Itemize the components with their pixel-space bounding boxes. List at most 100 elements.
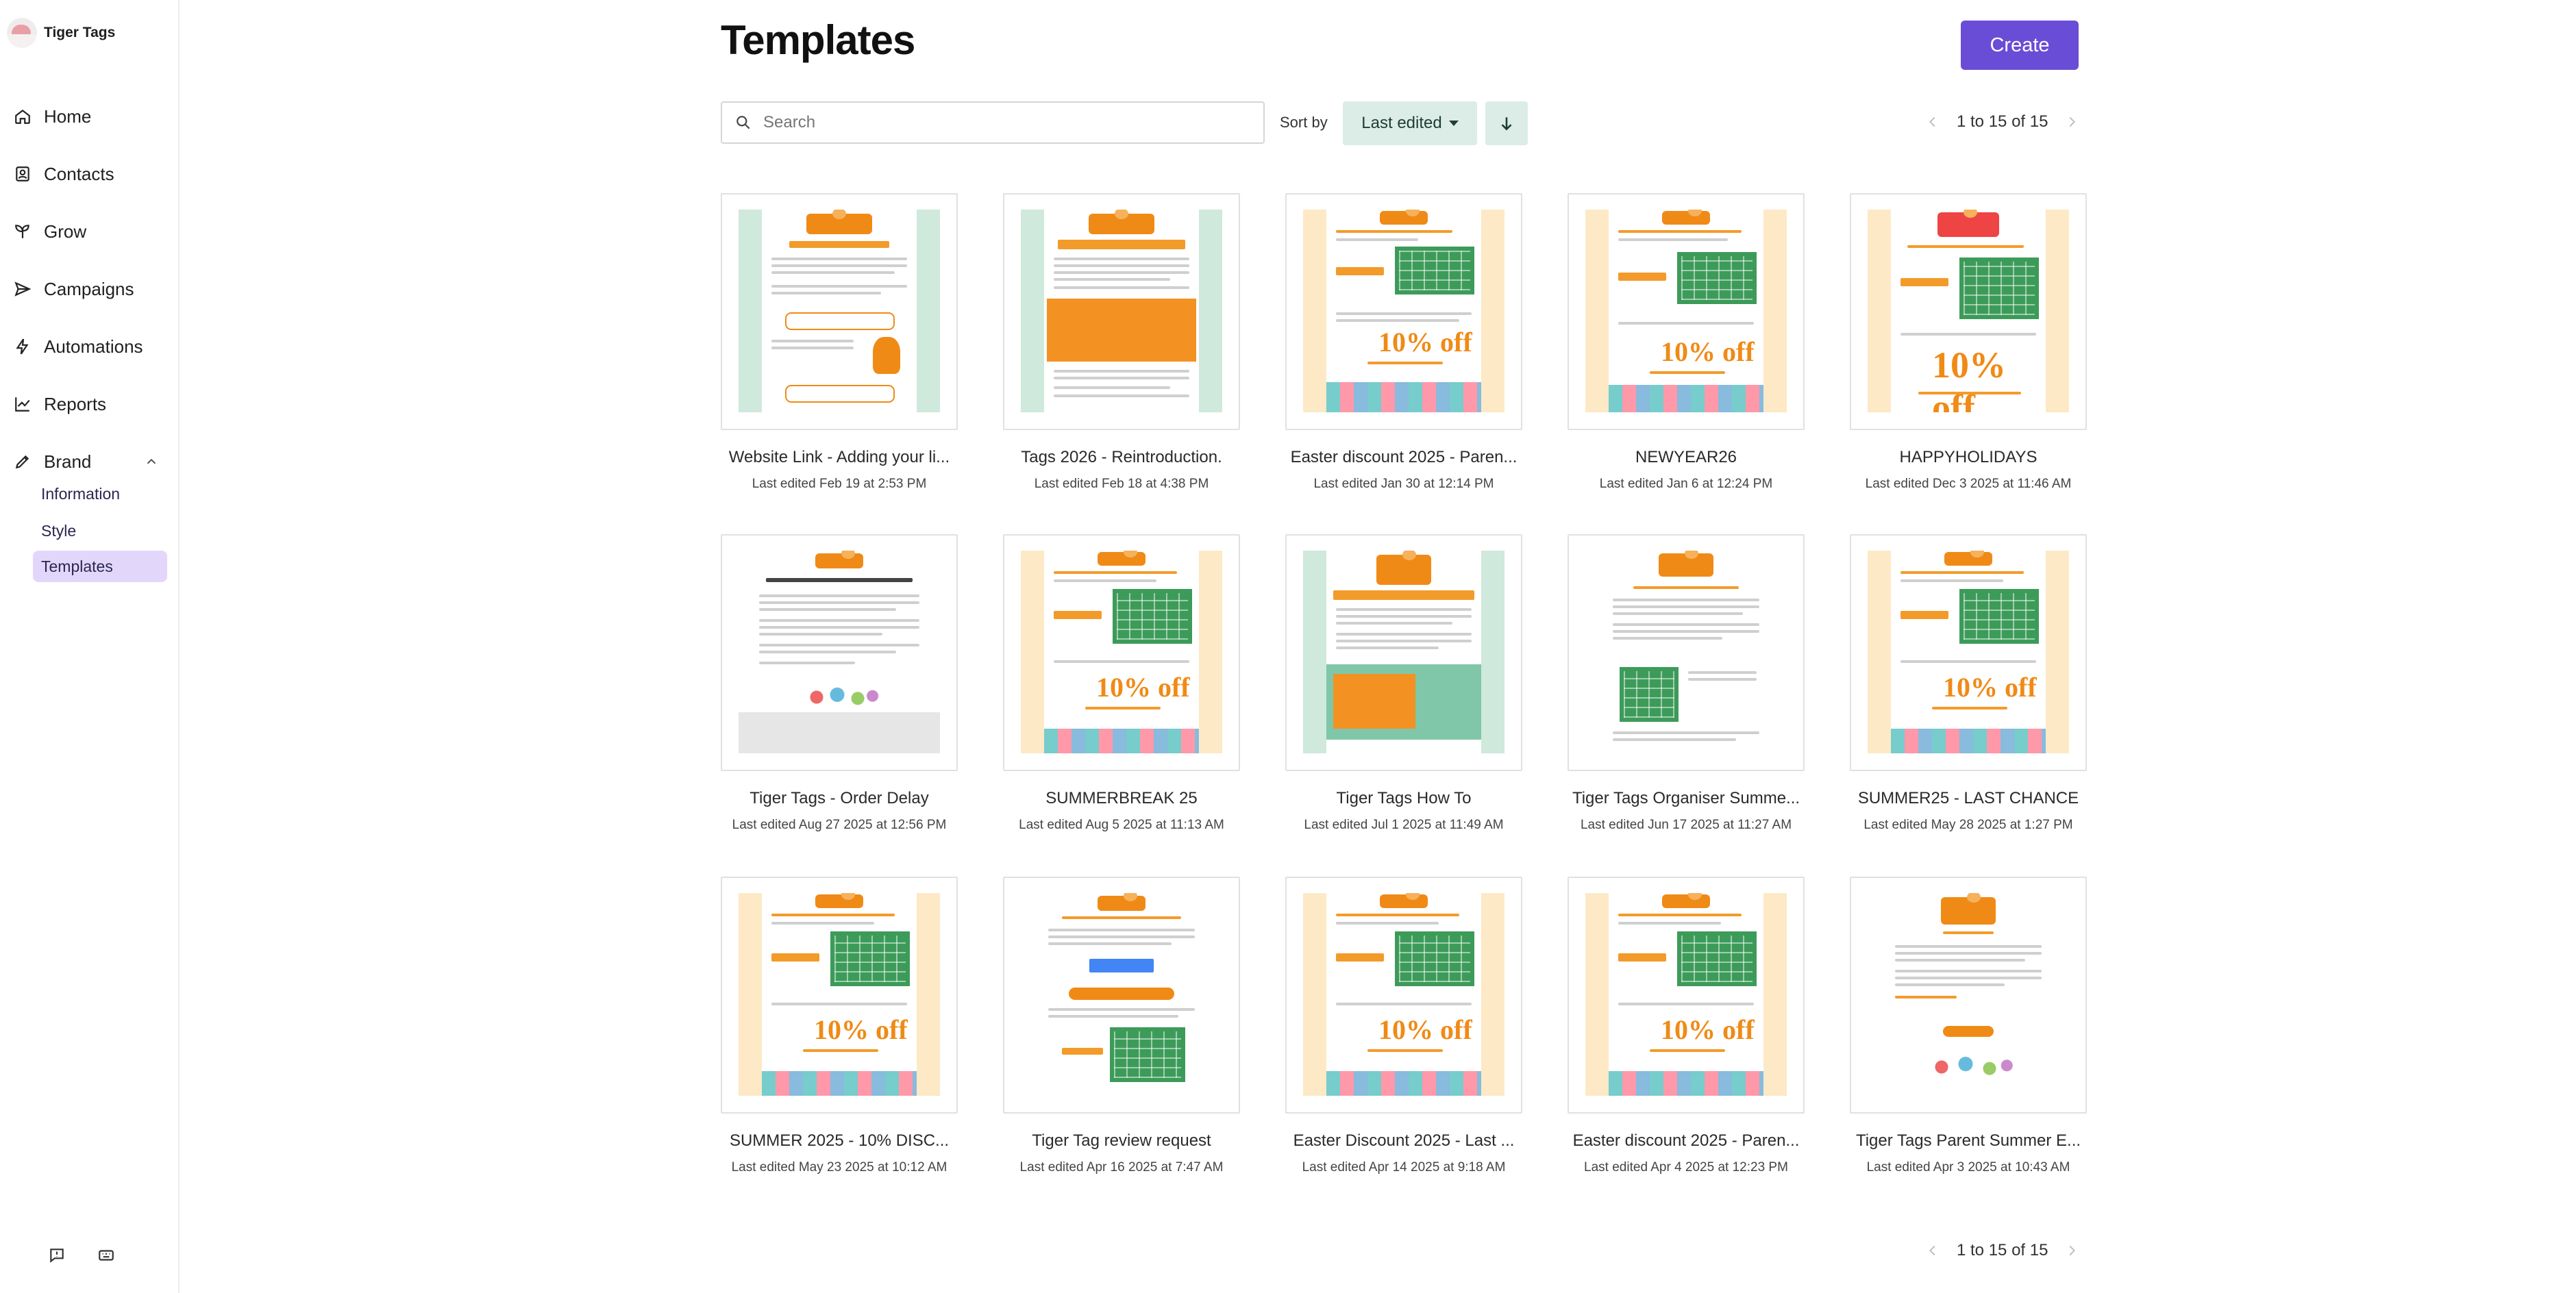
template-card[interactable]: Tiger Tags Organiser Summe... Last edite… — [1568, 534, 1805, 833]
template-card[interactable]: 10% off Easter discount 2025 - Paren... … — [1285, 193, 1522, 492]
keyboard-shortcuts-icon[interactable] — [97, 1246, 115, 1264]
template-date: Last edited Aug 5 2025 at 11:13 AM — [1019, 818, 1224, 832]
automations-icon — [16, 338, 29, 355]
template-name[interactable]: HAPPYHOLIDAYS — [1850, 448, 2087, 467]
page-title: Templates — [721, 17, 915, 63]
template-thumbnail[interactable] — [1285, 534, 1522, 771]
chevron-right-icon[interactable] — [2064, 1243, 2079, 1258]
grow-icon — [15, 225, 29, 238]
sidebar-item-style[interactable]: Style — [33, 515, 167, 547]
sort-by-label: Sort by — [1280, 114, 1328, 131]
template-name[interactable]: SUMMERBREAK 25 — [1003, 789, 1240, 808]
chevron-right-icon[interactable] — [2064, 114, 2079, 129]
template-thumbnail[interactable]: 10% off — [1285, 877, 1522, 1114]
template-date: Last edited Feb 19 at 2:53 PM — [752, 477, 927, 491]
home-icon — [15, 109, 30, 124]
sort-select[interactable]: Last edited — [1343, 101, 1477, 145]
template-name[interactable]: Easter discount 2025 - Paren... — [1285, 448, 1522, 467]
template-card[interactable]: 10% off SUMMER25 - LAST CHANCE Last edit… — [1850, 534, 2087, 833]
nav-label: Automations — [44, 336, 143, 357]
template-date: Last edited Jan 6 at 12:24 PM — [1599, 477, 1773, 491]
brand-icon — [15, 455, 29, 469]
template-name[interactable]: Tiger Tags - Order Delay — [721, 789, 958, 808]
template-name[interactable]: SUMMER 2025 - 10% DISC... — [721, 1131, 958, 1151]
template-name[interactable]: SUMMER25 - LAST CHANCE — [1850, 789, 2087, 808]
template-thumbnail[interactable] — [1568, 534, 1805, 771]
template-name[interactable]: Tiger Tags Organiser Summe... — [1568, 789, 1805, 808]
contacts-icon — [16, 166, 29, 181]
sort-direction-button[interactable] — [1485, 101, 1528, 145]
search-input[interactable] — [763, 113, 1243, 132]
sidebar-item-templates[interactable]: Templates — [33, 551, 167, 582]
template-thumbnail[interactable] — [1003, 193, 1240, 430]
nav-item-automations[interactable]: Automations — [0, 318, 179, 375]
arrow-down-icon — [1501, 117, 1512, 131]
caret-down-icon — [1448, 121, 1459, 126]
template-thumbnail[interactable] — [1850, 877, 2087, 1114]
template-card[interactable]: Tiger Tags Parent Summer E... Last edite… — [1850, 877, 2087, 1175]
nav-label: Brand — [44, 451, 92, 472]
pagination-bottom: 1 to 15 of 15 — [1925, 1241, 2079, 1260]
template-date: Last edited May 28 2025 at 1:27 PM — [1863, 818, 2073, 832]
template-thumbnail[interactable]: 10% off — [1850, 534, 2087, 771]
template-thumbnail[interactable]: 10% off — [1285, 193, 1522, 430]
template-date: Last edited Jan 30 at 12:14 PM — [1313, 477, 1494, 491]
nav-item-contacts[interactable]: Contacts — [0, 145, 179, 203]
nav-item-campaigns[interactable]: Campaigns — [0, 260, 179, 318]
template-card[interactable]: 10% off Easter discount 2025 - Paren... … — [1568, 877, 1805, 1175]
nav-item-reports[interactable]: Reports — [0, 375, 179, 433]
template-name[interactable]: Tags 2026 - Reintroduction. — [1003, 448, 1240, 467]
template-card[interactable]: 10% off SUMMER 2025 - 10% DISC... Last e… — [721, 877, 958, 1175]
create-button[interactable]: Create — [1961, 21, 2079, 70]
campaigns-icon — [14, 281, 32, 297]
pagination-text: 1 to 15 of 15 — [1957, 1241, 2048, 1259]
template-thumbnail[interactable] — [721, 193, 958, 430]
nav-item-grow[interactable]: Grow — [0, 203, 179, 260]
chevron-left-icon[interactable] — [1925, 114, 1940, 129]
template-thumbnail[interactable] — [721, 534, 958, 771]
brand-header[interactable]: Tiger Tags — [7, 18, 115, 48]
template-card[interactable]: Tags 2026 - Reintroduction. Last edited … — [1003, 193, 1240, 492]
template-date: Last edited Aug 27 2025 at 12:56 PM — [732, 818, 947, 832]
search-box[interactable] — [721, 101, 1265, 144]
chevron-left-icon[interactable] — [1925, 1243, 1940, 1258]
search-icon — [736, 116, 750, 129]
nav-item-home[interactable]: Home — [0, 88, 179, 145]
sidebar: Tiger Tags Home Contacts Grow Campaigns … — [0, 0, 179, 1293]
template-thumbnail[interactable]: 10% off — [1568, 193, 1805, 430]
template-card[interactable]: Tiger Tags - Order Delay Last edited Aug… — [721, 534, 958, 833]
template-name[interactable]: Tiger Tags Parent Summer E... — [1850, 1131, 2087, 1151]
app-logo — [7, 18, 37, 48]
template-card[interactable]: 10% off Easter Discount 2025 - Last ... … — [1285, 877, 1522, 1175]
template-date: Last edited Apr 14 2025 at 9:18 AM — [1302, 1160, 1506, 1175]
template-card[interactable]: 10% off HAPPYHOLIDAYS Last edited Dec 3 … — [1850, 193, 2087, 492]
template-thumbnail[interactable] — [1003, 877, 1240, 1114]
template-name[interactable]: Website Link - Adding your li... — [721, 448, 958, 467]
template-thumbnail[interactable]: 10% off — [1850, 193, 2087, 430]
template-name[interactable]: Tiger Tags How To — [1285, 789, 1522, 808]
template-thumbnail[interactable]: 10% off — [1568, 877, 1805, 1114]
sidebar-item-information[interactable]: Information — [33, 478, 167, 510]
template-card[interactable]: Tiger Tag review request Last edited Apr… — [1003, 877, 1240, 1175]
template-thumbnail[interactable]: 10% off — [1003, 534, 1240, 771]
template-date: Last edited Apr 16 2025 at 7:47 AM — [1019, 1160, 1224, 1175]
template-card[interactable]: 10% off NEWYEAR26 Last edited Jan 6 at 1… — [1568, 193, 1805, 492]
main-nav: Home Contacts Grow Campaigns Automations… — [0, 88, 179, 490]
template-name[interactable]: NEWYEAR26 — [1568, 448, 1805, 467]
template-name[interactable]: Tiger Tag review request — [1003, 1131, 1240, 1151]
template-date: Last edited Jun 17 2025 at 11:27 AM — [1580, 818, 1792, 832]
nav-label: Campaigns — [44, 278, 134, 299]
feedback-icon[interactable] — [48, 1246, 66, 1264]
template-date: Last edited Jul 1 2025 at 11:49 AM — [1304, 818, 1504, 832]
template-card[interactable]: Website Link - Adding your li... Last ed… — [721, 193, 958, 492]
template-date: Last edited Feb 18 at 4:38 PM — [1034, 477, 1209, 491]
template-thumbnail[interactable]: 10% off — [721, 877, 958, 1114]
template-name[interactable]: Easter discount 2025 - Paren... — [1568, 1131, 1805, 1151]
reports-icon — [15, 397, 30, 412]
template-card[interactable]: 10% off SUMMERBREAK 25 Last edited Aug 5… — [1003, 534, 1240, 833]
nav-label: Reports — [44, 393, 107, 414]
template-card[interactable]: Tiger Tags How To Last edited Jul 1 2025… — [1285, 534, 1522, 833]
chevron-up-icon[interactable] — [144, 454, 159, 469]
template-name[interactable]: Easter Discount 2025 - Last ... — [1285, 1131, 1522, 1151]
template-date: Last edited Dec 3 2025 at 11:46 AM — [1865, 477, 2072, 491]
